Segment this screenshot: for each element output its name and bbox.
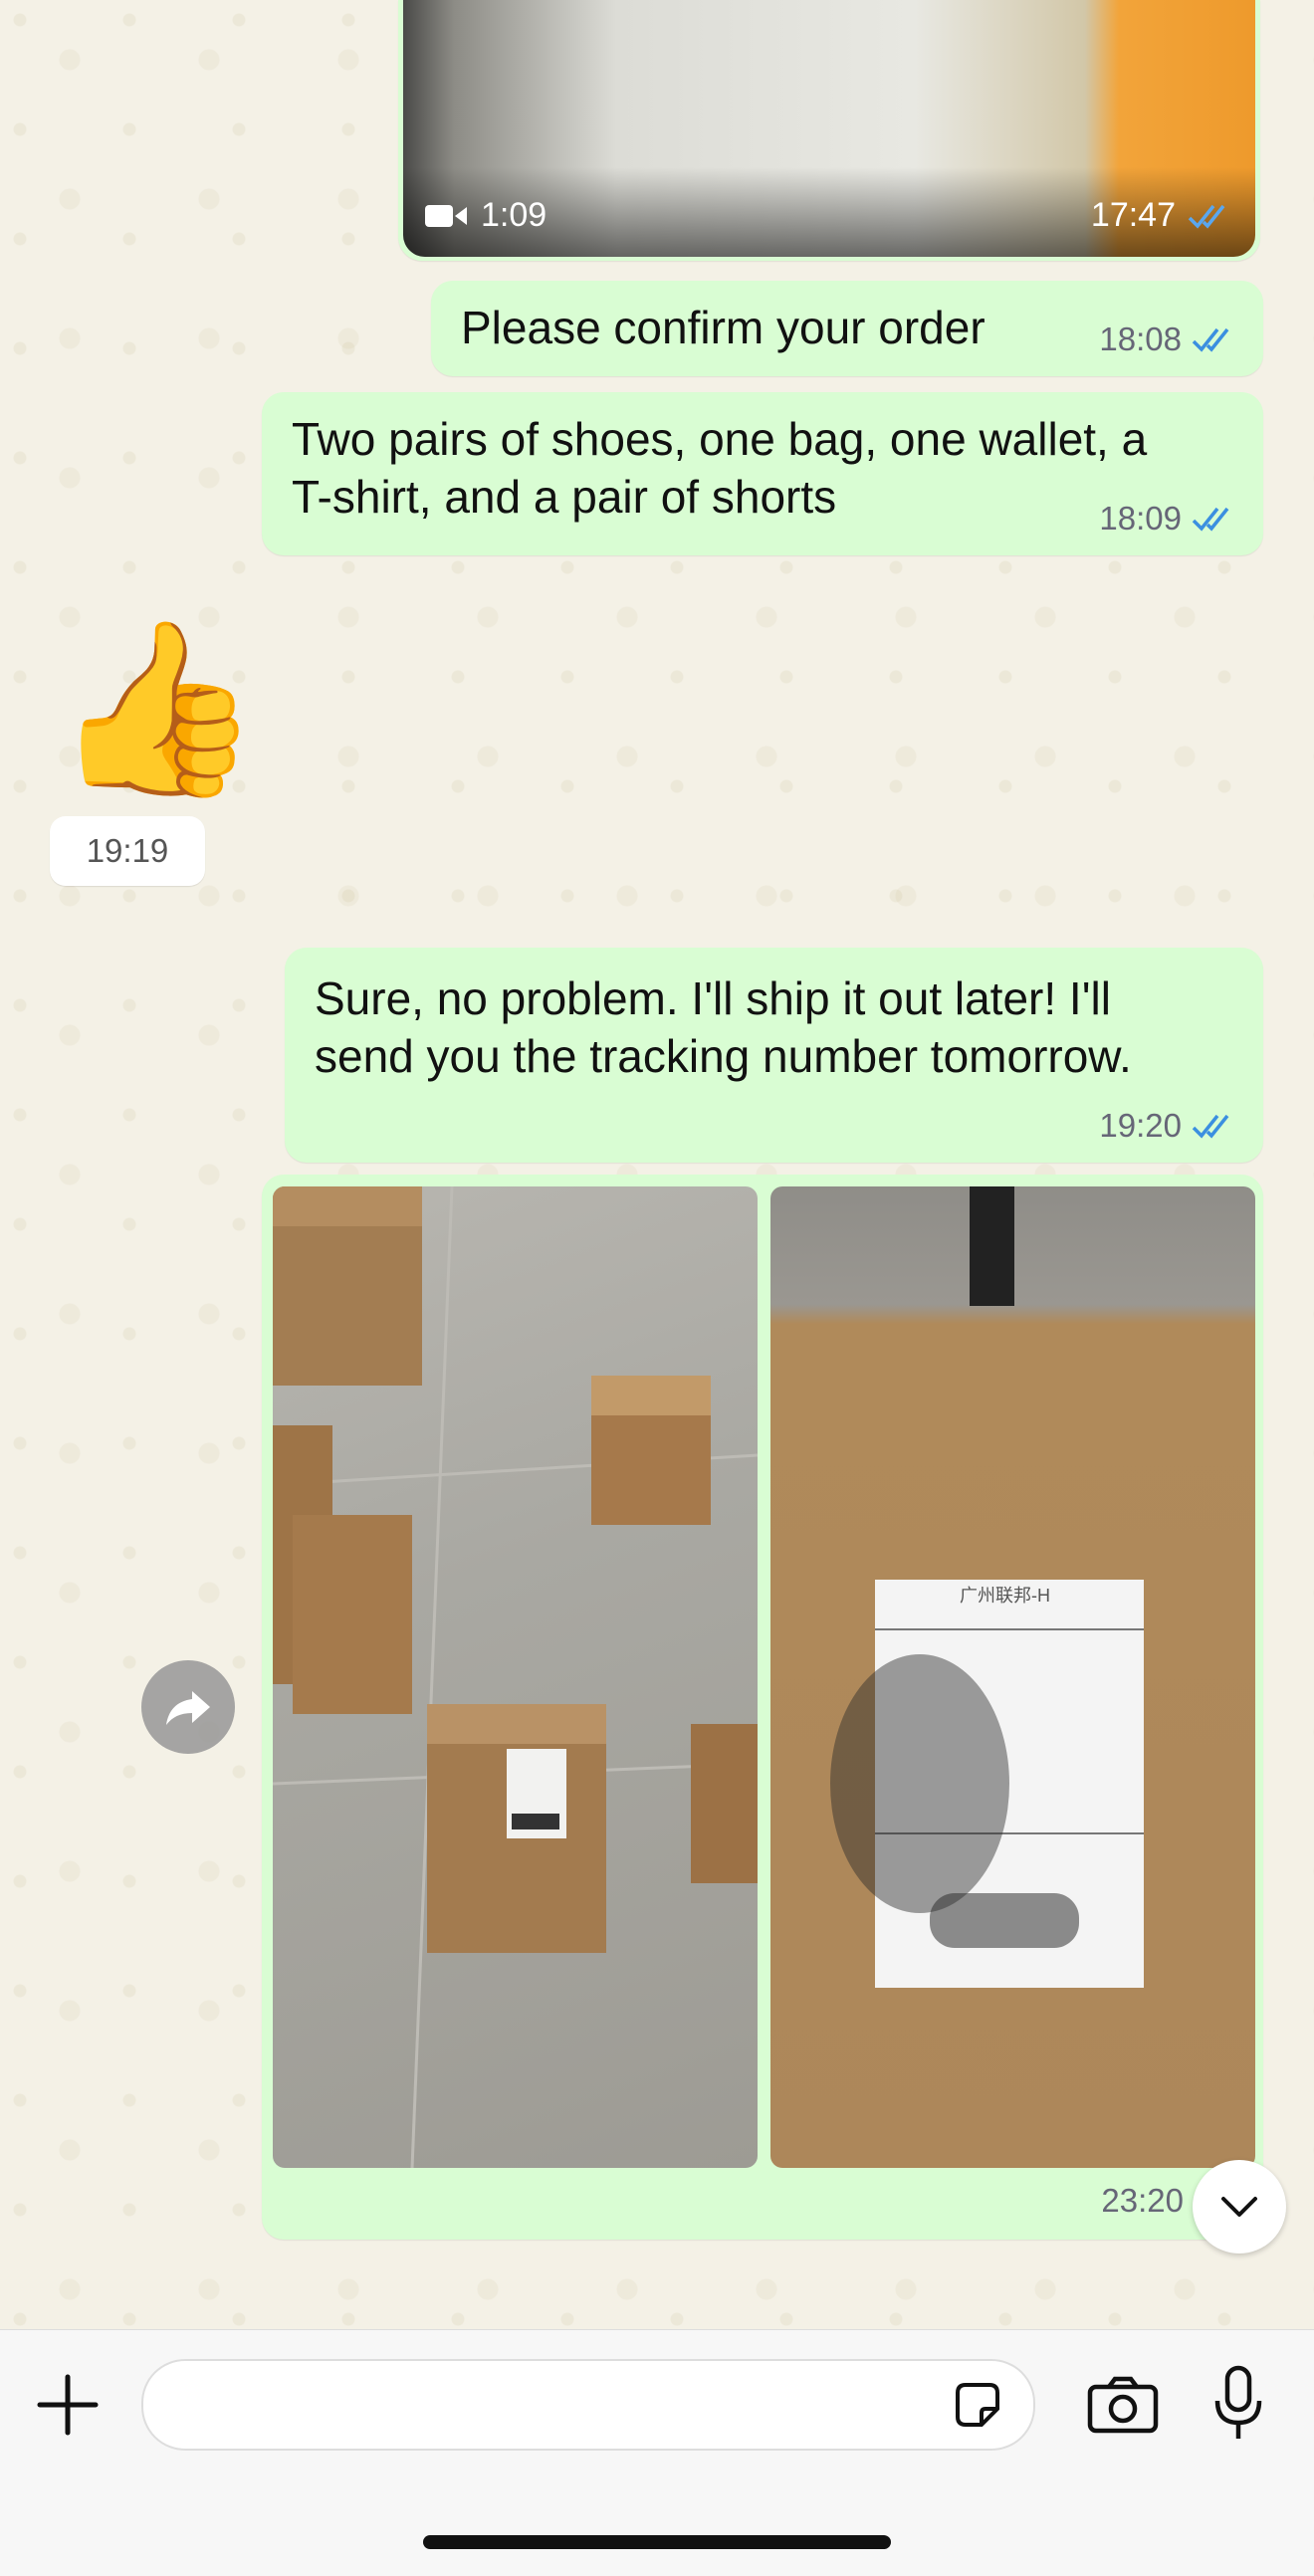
double-check-icon xyxy=(1192,1114,1229,1139)
photo-label-drawing xyxy=(830,1186,1144,1988)
message-text: Please confirm your order xyxy=(461,302,986,353)
home-indicator xyxy=(423,2535,891,2549)
message-bubble-order[interactable]: Two pairs of shoes, one bag, one wallet,… xyxy=(262,392,1263,555)
chevron-down-icon xyxy=(1221,2197,1257,2217)
message-time: 18:08 xyxy=(1099,321,1182,357)
sticker-button[interactable] xyxy=(952,2379,1003,2431)
message-text-line2: T-shirt, and a pair of shorts xyxy=(292,471,837,523)
thumbs-up-emoji[interactable]: 👍 xyxy=(52,619,263,798)
photo-boxes-floor[interactable] xyxy=(273,1186,758,2168)
message-text-line1: Two pairs of shoes, one bag, one wallet,… xyxy=(292,413,1148,465)
plus-icon xyxy=(37,2374,99,2436)
video-timestamp: 17:47 xyxy=(1091,196,1235,235)
message-meta: 18:08 xyxy=(1099,321,1239,358)
forward-button[interactable] xyxy=(141,1660,235,1754)
message-time: 18:09 xyxy=(1099,500,1182,537)
message-text-line1: Sure, no problem. I'll ship it out later… xyxy=(315,972,1111,1024)
scroll-to-bottom-button[interactable] xyxy=(1193,2160,1286,2254)
video-camera-icon xyxy=(425,204,467,227)
video-time-text: 17:47 xyxy=(1090,196,1176,234)
camera-button[interactable] xyxy=(1087,2375,1159,2435)
reaction-time: 19:19 xyxy=(50,816,205,886)
video-duration-text: 1:09 xyxy=(481,196,548,234)
message-bubble-ship[interactable]: Sure, no problem. I'll ship it out later… xyxy=(285,948,1263,1163)
camera-icon xyxy=(1087,2376,1159,2434)
message-meta: 19:20 xyxy=(1099,1107,1239,1145)
label-text: 广州联邦-H xyxy=(960,1586,1050,1606)
message-meta: 18:09 xyxy=(1099,500,1239,537)
double-check-icon xyxy=(1192,327,1229,352)
message-text-line2: send you the tracking number tomorrow. xyxy=(315,1030,1132,1082)
double-check-icon xyxy=(1192,507,1229,532)
photo-shipping-label[interactable]: 广州联邦-H xyxy=(770,1186,1255,2168)
message-bubble-confirm[interactable]: Please confirm your order 18:08 xyxy=(431,281,1263,376)
album-meta: 23:20 xyxy=(1101,2182,1184,2220)
message-time: 19:20 xyxy=(1099,1107,1182,1144)
message-input[interactable] xyxy=(141,2359,1035,2451)
video-duration: 1:09 xyxy=(425,196,547,235)
photo-boxes-drawing xyxy=(273,1186,758,2168)
album-time: 23:20 xyxy=(1101,2182,1184,2219)
microphone-icon xyxy=(1214,2365,1262,2439)
video-thumbnail[interactable]: 1:09 17:47 xyxy=(403,0,1255,257)
microphone-button[interactable] xyxy=(1212,2365,1264,2445)
forward-icon xyxy=(166,1691,210,1725)
sticker-icon xyxy=(956,2383,999,2427)
double-check-icon xyxy=(1188,204,1225,229)
attach-button[interactable] xyxy=(36,2373,100,2437)
